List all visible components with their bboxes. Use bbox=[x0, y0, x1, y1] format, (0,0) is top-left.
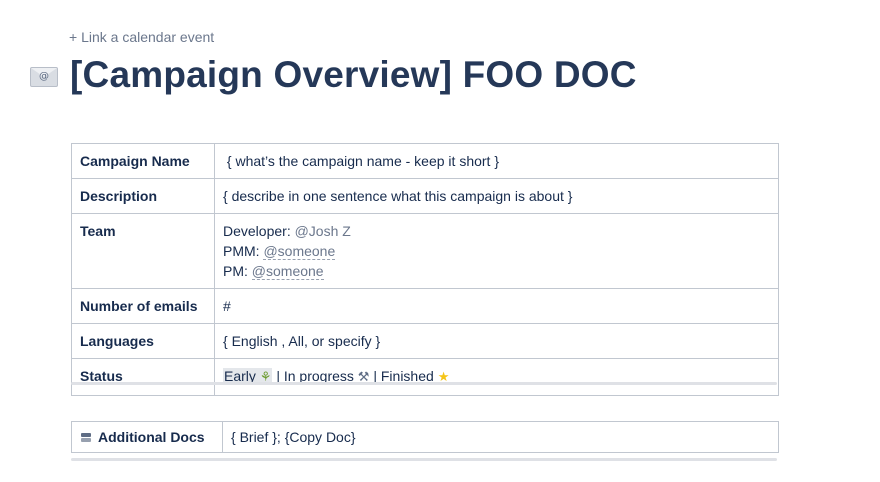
table-row: Number of emails # bbox=[71, 288, 779, 324]
table-scrollbar[interactable] bbox=[71, 382, 777, 385]
languages-value[interactable]: { English , All, or specify } bbox=[214, 323, 779, 359]
team-label: Team bbox=[71, 213, 215, 289]
additional-docs-value[interactable]: { Brief }; {Copy Doc} bbox=[222, 421, 779, 453]
status-value[interactable]: Early ⚘ | In progress ⚒ | Finished ★ bbox=[214, 358, 779, 396]
pmm-mention[interactable]: @someone bbox=[263, 243, 336, 260]
developer-mention[interactable]: @Josh Z bbox=[295, 223, 351, 239]
table-row: Description { describe in one sentence w… bbox=[71, 178, 779, 214]
pmm-label: PMM: bbox=[223, 243, 264, 259]
team-pmm: PMM: @someone bbox=[223, 241, 770, 261]
number-of-emails-value[interactable]: # bbox=[214, 288, 779, 324]
additional-docs-table: Additional Docs { Brief }; {Copy Doc} bbox=[71, 421, 779, 453]
team-pm: PM: @someone bbox=[223, 261, 770, 281]
envelope-icon[interactable]: @ bbox=[30, 67, 58, 87]
description-value[interactable]: { describe in one sentence what this cam… bbox=[214, 178, 779, 214]
campaign-name-value[interactable]: { what’s the campaign name - keep it sho… bbox=[214, 143, 779, 179]
pm-mention[interactable]: @someone bbox=[251, 263, 324, 280]
campaign-info-table: Campaign Name { what’s the campaign name… bbox=[71, 143, 779, 396]
table-row: Languages { English , All, or specify } bbox=[71, 323, 779, 359]
link-calendar-event[interactable]: + Link a calendar event bbox=[69, 29, 214, 45]
team-value[interactable]: Developer: @Josh Z PMM: @someone PM: @so… bbox=[214, 213, 779, 289]
stack-icon bbox=[80, 433, 92, 443]
campaign-name-label: Campaign Name bbox=[71, 143, 215, 179]
status-label: Status bbox=[71, 358, 215, 396]
additional-docs-label-cell: Additional Docs bbox=[71, 421, 223, 453]
docs-table-scrollbar[interactable] bbox=[71, 458, 777, 461]
developer-label: Developer: bbox=[223, 223, 295, 239]
number-of-emails-label: Number of emails bbox=[71, 288, 215, 324]
team-developer: Developer: @Josh Z bbox=[223, 221, 770, 241]
page-title[interactable]: [Campaign Overview] FOO DOC bbox=[70, 54, 637, 96]
campaign-name-text: { what’s the campaign name - keep it sho… bbox=[226, 153, 500, 169]
title-row: @ [Campaign Overview] FOO DOC bbox=[30, 54, 637, 96]
additional-docs-label: Additional Docs bbox=[98, 429, 205, 445]
description-label: Description bbox=[71, 178, 215, 214]
table-row: Campaign Name { what’s the campaign name… bbox=[71, 143, 779, 179]
table-row: Additional Docs { Brief }; {Copy Doc} bbox=[71, 421, 779, 453]
table-row: Status Early ⚘ | In progress ⚒ | Finishe… bbox=[71, 358, 779, 396]
pm-label: PM: bbox=[223, 263, 252, 279]
languages-label: Languages bbox=[71, 323, 215, 359]
table-row: Team Developer: @Josh Z PMM: @someone PM… bbox=[71, 213, 779, 289]
